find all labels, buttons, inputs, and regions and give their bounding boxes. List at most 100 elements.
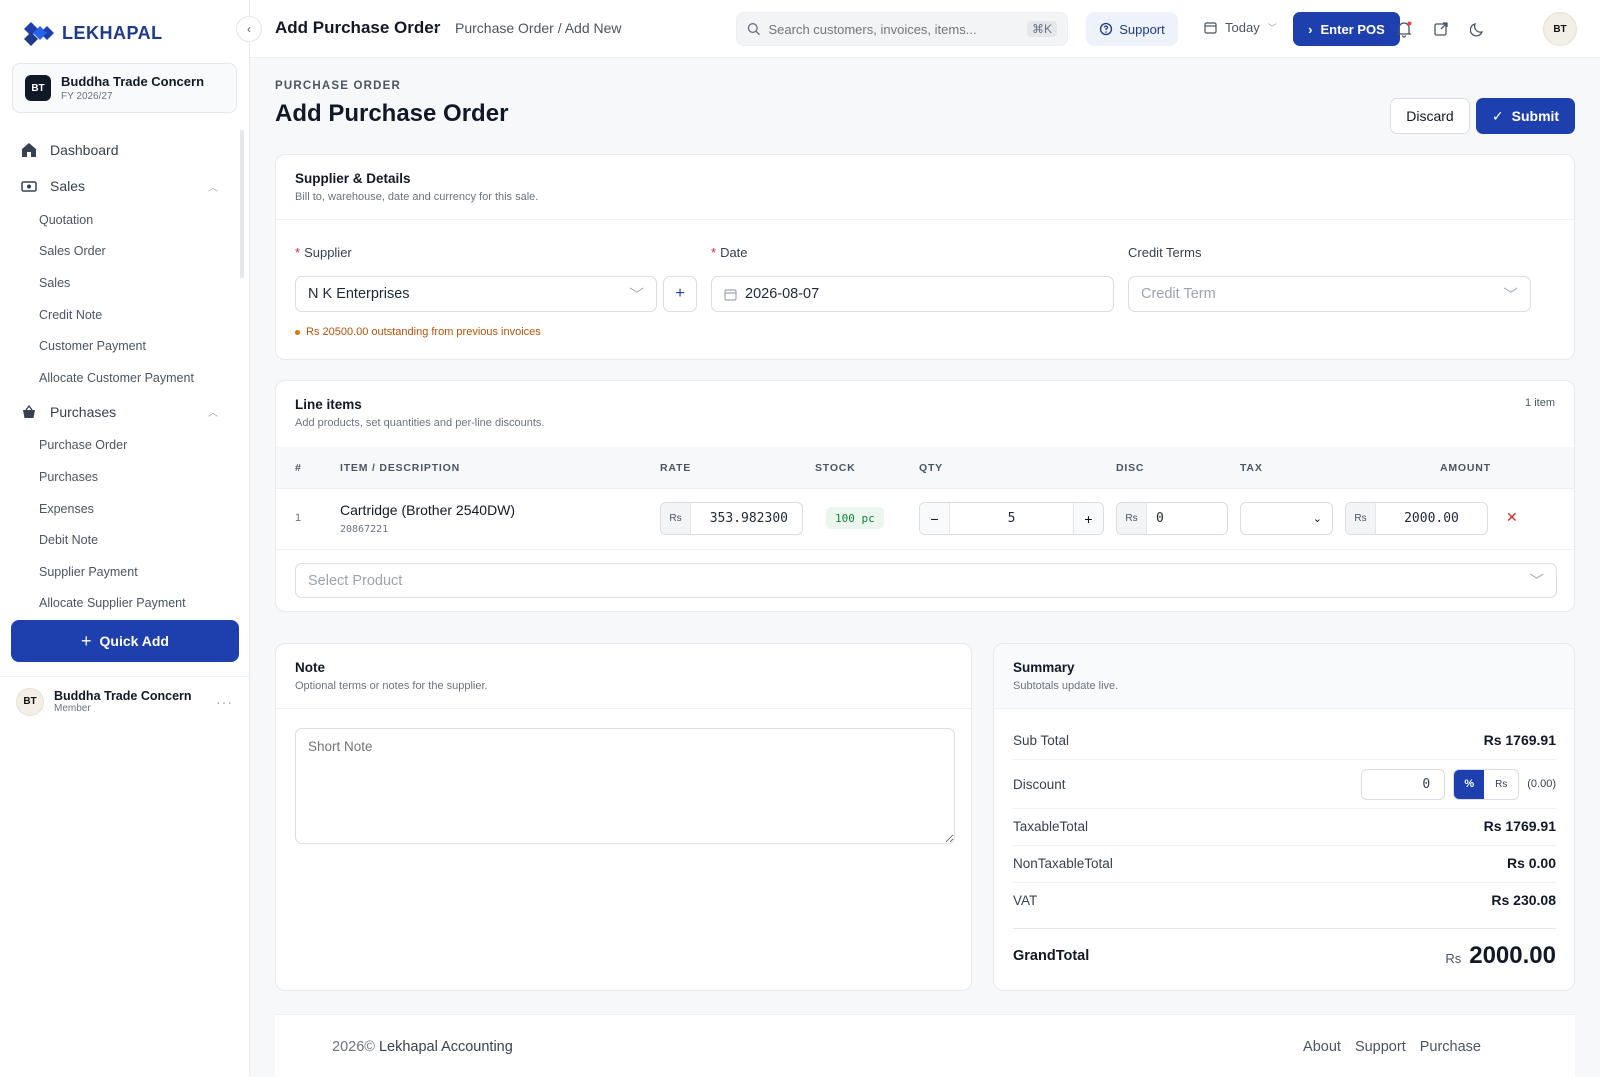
date-field[interactable]: 2026-08-07	[711, 276, 1114, 312]
quantity-value: 5	[1007, 511, 1016, 526]
taxable-total-row: TaxableTotal Rs 1769.91	[1013, 818, 1556, 834]
enter-pos-label: Enter POS	[1320, 21, 1385, 37]
sidebar-item-customer-payment[interactable]: Customer Payment	[0, 330, 240, 362]
footer-link-about[interactable]: About	[1303, 1039, 1341, 1055]
sidebar-item-sales-order[interactable]: Sales Order	[0, 236, 240, 268]
decrement-button[interactable]: −	[920, 503, 950, 534]
sidebar: LEKHAPAL BT Buddha Trade Concern FY 2026…	[0, 0, 250, 1077]
search-input[interactable]	[768, 21, 1019, 37]
required-marker: *	[711, 245, 717, 260]
divider	[1013, 808, 1556, 809]
amount-input[interactable]: Rs 2000.00	[1345, 502, 1488, 535]
user-role: Member	[54, 703, 91, 714]
sidebar-item-allocate-supplier-payment[interactable]: Allocate Supplier Payment	[0, 588, 240, 610]
search-bar[interactable]: ⌘K	[736, 12, 1068, 46]
percent-toggle[interactable]: %	[1454, 769, 1485, 799]
sidebar-item-credit-note[interactable]: Credit Note	[0, 299, 240, 331]
chevron-down-icon: ﹀	[1529, 574, 1545, 590]
discount-input[interactable]: Rs 0	[1116, 502, 1228, 535]
quick-add-label: Quick Add	[99, 633, 170, 649]
sidebar-item-expenses[interactable]: Expenses	[0, 493, 240, 525]
sidebar-item-purchases[interactable]: Purchases	[0, 461, 240, 493]
credit-terms-select[interactable]: Credit Term ﹀	[1128, 276, 1531, 312]
date-filter-label: Today	[1225, 20, 1260, 35]
sidebar-group-purchases[interactable]: Purchases ︿	[0, 394, 240, 430]
sidebar-item-sales[interactable]: Sales	[0, 267, 240, 299]
column-header: TAX	[1240, 462, 1263, 474]
remove-row-icon[interactable]: ✕	[1506, 509, 1518, 526]
date-filter-dropdown[interactable]: Today ﹀	[1204, 20, 1277, 35]
sidebar-group-label: Purchases	[50, 403, 117, 420]
page-title: Add Purchase Order	[275, 18, 441, 37]
card-title: Summary	[1013, 660, 1075, 675]
currency-tag: Rs	[661, 503, 691, 534]
sidebar-item-debit-note[interactable]: Debit Note	[0, 524, 240, 556]
discard-button[interactable]: Discard	[1390, 98, 1470, 134]
basket-icon	[23, 404, 35, 418]
footer-link-support[interactable]: Support	[1355, 1039, 1406, 1055]
submit-button[interactable]: ✓ Submit	[1476, 98, 1575, 134]
sidebar-item-purchase-order[interactable]: Purchase Order	[0, 430, 240, 462]
org-name: Buddha Trade Concern	[61, 74, 205, 89]
tax-select[interactable]: ⌄	[1240, 502, 1333, 535]
more-icon[interactable]: ···	[216, 694, 233, 710]
select-product-placeholder: Select Product	[308, 572, 403, 589]
card-subtitle: Bill to, warehouse, date and currency fo…	[295, 191, 539, 203]
select-product-dropdown[interactable]: Select Product ﹀	[295, 563, 1557, 598]
footer-year: 2026©	[332, 1039, 375, 1055]
add-supplier-button[interactable]: +	[663, 276, 697, 312]
card-title: Note	[295, 660, 325, 675]
subtotal-label: Sub Total	[1013, 732, 1070, 748]
supplier-select[interactable]: N K Enterprises ﹀	[295, 276, 657, 312]
enter-pos-button[interactable]: › Enter POS	[1293, 12, 1400, 46]
notifications-button[interactable]	[1393, 18, 1415, 40]
support-label: Support	[1119, 21, 1165, 37]
sidebar-item-dashboard[interactable]: Dashboard	[0, 132, 240, 168]
rate-input[interactable]: Rs 353.982300	[660, 502, 803, 535]
user-menu[interactable]: BT Buddha Trade Concern Member ···	[0, 676, 249, 726]
brand-logo[interactable]: LEKHAPAL	[22, 20, 163, 46]
avatar[interactable]: BT	[1543, 12, 1577, 46]
calendar-icon	[724, 288, 737, 301]
logo-icon	[24, 22, 54, 46]
required-marker: *	[295, 245, 301, 260]
supplier-details-card: Supplier & Details Bill to, warehouse, d…	[275, 154, 1575, 360]
date-value: 2026-08-07	[745, 286, 820, 302]
topbar: Add Purchase Order › Purchase Order / Ad…	[250, 0, 1600, 58]
quantity-stepper[interactable]: − 5 +	[919, 502, 1104, 535]
divider	[1013, 882, 1556, 883]
footer-link-purchase[interactable]: Purchase	[1420, 1039, 1481, 1055]
divider	[1013, 928, 1556, 929]
sidebar-scrollbar[interactable]	[240, 130, 244, 278]
supplier-label-text: Supplier	[304, 245, 352, 260]
sidebar-nav: Dashboard Sales ︿ Quotation Sales Order …	[0, 130, 240, 610]
rupees-toggle[interactable]: Rs	[1484, 769, 1519, 799]
organization-switcher[interactable]: BT Buddha Trade Concern FY 2026/27	[12, 63, 237, 113]
summary-discount-input[interactable]: 0	[1361, 768, 1446, 800]
subtotal-value: Rs 1769.91	[1483, 732, 1556, 748]
collapse-sidebar-button[interactable]: ‹	[236, 16, 262, 42]
theme-toggle-button[interactable]	[1467, 18, 1489, 40]
table-header: # ITEM / DESCRIPTION RATE STOCK QTY DISC…	[276, 447, 1574, 489]
footer-company: Lekhapal Accounting	[378, 1039, 513, 1055]
increment-button[interactable]: +	[1073, 503, 1103, 534]
sidebar-group-sales[interactable]: Sales ︿	[0, 168, 240, 204]
credit-terms-label: Credit Terms	[1128, 245, 1202, 260]
discount-label: Discount	[1013, 776, 1066, 792]
sidebar-item-allocate-customer-payment[interactable]: Allocate Customer Payment	[0, 362, 240, 394]
page-eyebrow: PURCHASE ORDER	[275, 80, 402, 92]
moon-icon	[1470, 23, 1484, 37]
check-icon: ✓	[1491, 107, 1504, 124]
chevron-left-icon: ‹	[247, 22, 251, 36]
sidebar-item-supplier-payment[interactable]: Supplier Payment	[0, 556, 240, 588]
column-header: ITEM / DESCRIPTION	[340, 462, 460, 474]
note-textarea[interactable]	[295, 728, 955, 844]
line-items-card: Line items Add products, set quantities …	[275, 380, 1575, 612]
open-external-button[interactable]	[1430, 18, 1452, 40]
quick-add-button[interactable]: + Quick Add	[11, 620, 239, 662]
sidebar-item-quotation[interactable]: Quotation	[0, 204, 240, 236]
currency-tag: Rs	[1117, 503, 1147, 534]
column-header: DISC	[1116, 462, 1145, 474]
breadcrumb: Purchase Order / Add New	[455, 20, 622, 36]
support-button[interactable]: Support	[1086, 12, 1178, 46]
